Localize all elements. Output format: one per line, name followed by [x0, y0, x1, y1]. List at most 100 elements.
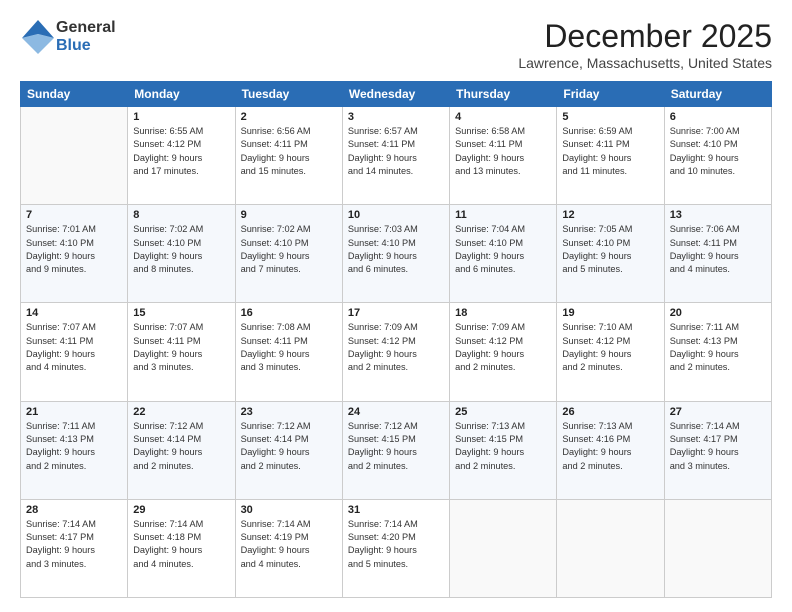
day-info: Sunrise: 7:12 AMSunset: 4:14 PMDaylight:… [241, 420, 337, 473]
day-info: Sunrise: 6:58 AMSunset: 4:11 PMDaylight:… [455, 125, 551, 178]
day-info: Sunrise: 6:57 AMSunset: 4:11 PMDaylight:… [348, 125, 444, 178]
table-row: 20 Sunrise: 7:11 AMSunset: 4:13 PMDayligh… [664, 303, 771, 401]
month-title: December 2025 [518, 18, 772, 55]
table-row: 10 Sunrise: 7:03 AMSunset: 4:10 PMDayligh… [342, 205, 449, 303]
weekday-header-row: Sunday Monday Tuesday Wednesday Thursday… [21, 82, 772, 107]
day-number: 24 [348, 406, 444, 418]
table-row: 22Sunrise: 7:12 AMSunset: 4:14 PMDayligh… [128, 401, 235, 499]
page: General Blue December 2025 Lawrence, Mas… [0, 0, 792, 612]
table-row: 31Sunrise: 7:14 AMSunset: 4:20 PMDayligh… [342, 499, 449, 597]
day-info: Sunrise: 7:07 AMSunset: 4:11 PMDaylight:… [26, 321, 122, 374]
day-number: 27 [670, 406, 766, 418]
calendar-week-row: 28 Sunrise: 7:14 AMSunset: 4:17 PMDayligh… [21, 499, 772, 597]
table-row [557, 499, 664, 597]
day-number: 23 [241, 406, 337, 418]
table-row: 19Sunrise: 7:10 AMSunset: 4:12 PMDayligh… [557, 303, 664, 401]
day-info: Sunrise: 7:02 AMSunset: 4:10 PMDaylight:… [241, 223, 337, 276]
table-row: 28 Sunrise: 7:14 AMSunset: 4:17 PMDayligh… [21, 499, 128, 597]
table-row: 6 Sunrise: 7:00 AMSunset: 4:10 PMDaylight… [664, 107, 771, 205]
day-info: Sunrise: 7:11 AMSunset: 4:13 PMDaylight:… [26, 420, 122, 473]
day-info: Sunrise: 7:06 AMSunset: 4:11 PMDaylight:… [670, 223, 766, 276]
table-row: 17Sunrise: 7:09 AMSunset: 4:12 PMDayligh… [342, 303, 449, 401]
day-number: 8 [133, 209, 229, 221]
header-friday: Friday [557, 82, 664, 107]
day-info: Sunrise: 7:14 AMSunset: 4:17 PMDaylight:… [26, 518, 122, 571]
header-monday: Monday [128, 82, 235, 107]
table-row: 5Sunrise: 6:59 AMSunset: 4:11 PMDaylight… [557, 107, 664, 205]
day-info: Sunrise: 7:10 AMSunset: 4:12 PMDaylight:… [562, 321, 658, 374]
day-number: 18 [455, 307, 551, 319]
day-number: 13 [670, 209, 766, 221]
table-row: 12 Sunrise: 7:05 AMSunset: 4:10 PMDayligh… [557, 205, 664, 303]
day-number: 20 [670, 307, 766, 319]
day-number: 1 [133, 111, 229, 123]
day-info: Sunrise: 7:13 AMSunset: 4:16 PMDaylight:… [562, 420, 658, 473]
day-info: Sunrise: 7:02 AMSunset: 4:10 PMDaylight:… [133, 223, 229, 276]
day-info: Sunrise: 7:05 AMSunset: 4:10 PMDaylight:… [562, 223, 658, 276]
table-row [450, 499, 557, 597]
day-number: 7 [26, 209, 122, 221]
header-thursday: Thursday [450, 82, 557, 107]
calendar-week-row: 21Sunrise: 7:11 AMSunset: 4:13 PMDayligh… [21, 401, 772, 499]
table-row: 23 Sunrise: 7:12 AMSunset: 4:14 PMDayligh… [235, 401, 342, 499]
day-info: Sunrise: 7:12 AMSunset: 4:14 PMDaylight:… [133, 420, 229, 473]
table-row: 7Sunrise: 7:01 AMSunset: 4:10 PMDaylight… [21, 205, 128, 303]
table-row [21, 107, 128, 205]
day-number: 2 [241, 111, 337, 123]
title-block: December 2025 Lawrence, Massachusetts, U… [518, 18, 772, 71]
table-row: 29Sunrise: 7:14 AMSunset: 4:18 PMDayligh… [128, 499, 235, 597]
day-number: 4 [455, 111, 551, 123]
day-info: Sunrise: 7:13 AMSunset: 4:15 PMDaylight:… [455, 420, 551, 473]
day-info: Sunrise: 7:14 AMSunset: 4:17 PMDaylight:… [670, 420, 766, 473]
day-number: 12 [562, 209, 658, 221]
calendar-week-row: 14 Sunrise: 7:07 AMSunset: 4:11 PMDayligh… [21, 303, 772, 401]
day-number: 15 [133, 307, 229, 319]
calendar-week-row: 7Sunrise: 7:01 AMSunset: 4:10 PMDaylight… [21, 205, 772, 303]
table-row: 24 Sunrise: 7:12 AMSunset: 4:15 PMDayligh… [342, 401, 449, 499]
day-info: Sunrise: 7:09 AMSunset: 4:12 PMDaylight:… [455, 321, 551, 374]
table-row: 3 Sunrise: 6:57 AMSunset: 4:11 PMDaylight… [342, 107, 449, 205]
day-number: 28 [26, 504, 122, 516]
table-row: 15 Sunrise: 7:07 AMSunset: 4:11 PMDayligh… [128, 303, 235, 401]
day-info: Sunrise: 7:14 AMSunset: 4:20 PMDaylight:… [348, 518, 444, 571]
day-number: 26 [562, 406, 658, 418]
day-number: 6 [670, 111, 766, 123]
day-number: 25 [455, 406, 551, 418]
day-number: 3 [348, 111, 444, 123]
day-info: Sunrise: 7:12 AMSunset: 4:15 PMDaylight:… [348, 420, 444, 473]
day-info: Sunrise: 7:03 AMSunset: 4:10 PMDaylight:… [348, 223, 444, 276]
day-number: 14 [26, 307, 122, 319]
table-row: 30 Sunrise: 7:14 AMSunset: 4:19 PMDayligh… [235, 499, 342, 597]
table-row: 8 Sunrise: 7:02 AMSunset: 4:10 PMDaylight… [128, 205, 235, 303]
day-info: Sunrise: 7:14 AMSunset: 4:19 PMDaylight:… [241, 518, 337, 571]
day-number: 29 [133, 504, 229, 516]
calendar-table: Sunday Monday Tuesday Wednesday Thursday… [20, 81, 772, 598]
day-info: Sunrise: 7:07 AMSunset: 4:11 PMDaylight:… [133, 321, 229, 374]
day-number: 10 [348, 209, 444, 221]
table-row: 9 Sunrise: 7:02 AMSunset: 4:10 PMDaylight… [235, 205, 342, 303]
logo-general: General [56, 19, 116, 37]
header-saturday: Saturday [664, 82, 771, 107]
logo-icon [20, 18, 56, 56]
logo: General Blue [20, 18, 116, 56]
day-info: Sunrise: 7:11 AMSunset: 4:13 PMDaylight:… [670, 321, 766, 374]
location: Lawrence, Massachusetts, United States [518, 55, 772, 71]
table-row: 26 Sunrise: 7:13 AMSunset: 4:16 PMDayligh… [557, 401, 664, 499]
day-number: 30 [241, 504, 337, 516]
header-tuesday: Tuesday [235, 82, 342, 107]
day-info: Sunrise: 7:09 AMSunset: 4:12 PMDaylight:… [348, 321, 444, 374]
table-row: 21Sunrise: 7:11 AMSunset: 4:13 PMDayligh… [21, 401, 128, 499]
table-row [664, 499, 771, 597]
table-row: 2 Sunrise: 6:56 AMSunset: 4:11 PMDaylight… [235, 107, 342, 205]
day-info: Sunrise: 6:56 AMSunset: 4:11 PMDaylight:… [241, 125, 337, 178]
table-row: 11Sunrise: 7:04 AMSunset: 4:10 PMDayligh… [450, 205, 557, 303]
day-info: Sunrise: 6:55 AMSunset: 4:12 PMDaylight:… [133, 125, 229, 178]
table-row: 4 Sunrise: 6:58 AMSunset: 4:11 PMDaylight… [450, 107, 557, 205]
logo-blue: Blue [56, 37, 116, 55]
table-row: 25 Sunrise: 7:13 AMSunset: 4:15 PMDayligh… [450, 401, 557, 499]
day-number: 16 [241, 307, 337, 319]
day-info: Sunrise: 7:00 AMSunset: 4:10 PMDaylight:… [670, 125, 766, 178]
day-number: 9 [241, 209, 337, 221]
header-wednesday: Wednesday [342, 82, 449, 107]
header: General Blue December 2025 Lawrence, Mas… [20, 18, 772, 71]
